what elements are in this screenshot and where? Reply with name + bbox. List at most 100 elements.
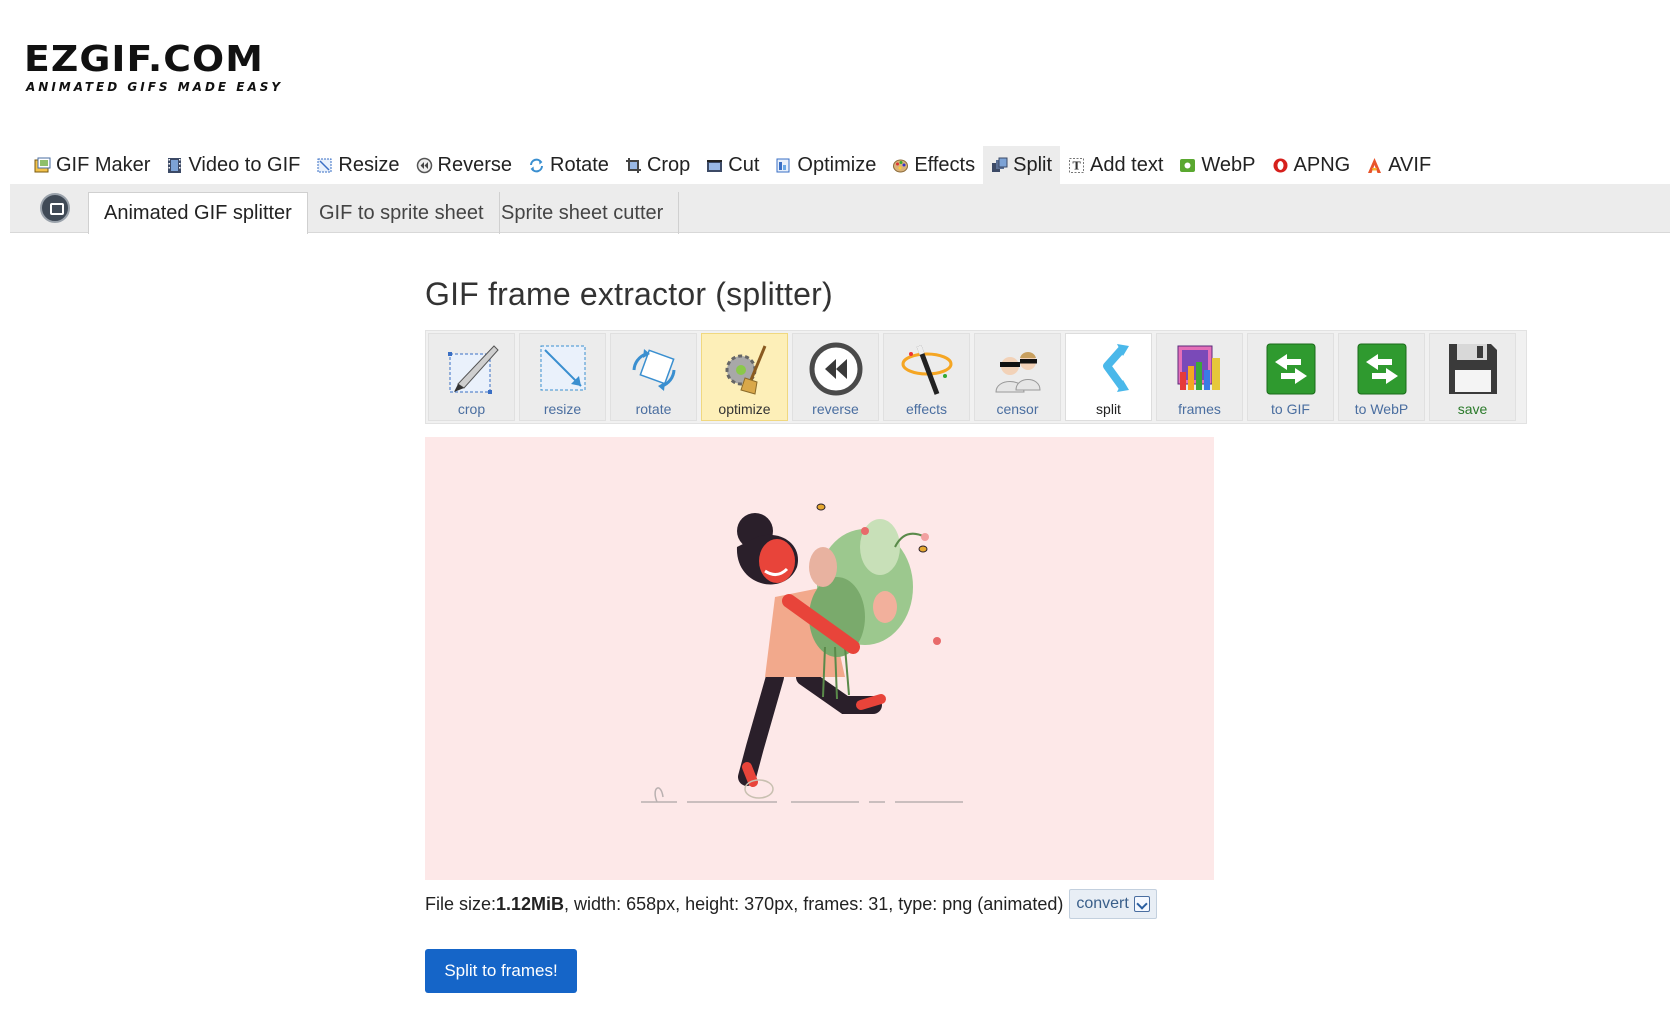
nav-label: Add text <box>1090 153 1164 176</box>
cut-icon <box>706 157 723 174</box>
file-info: File size: 1.12MiB , width: 658px, heigh… <box>425 889 1157 919</box>
nav-add-text[interactable]: T Add text <box>1060 146 1171 184</box>
split-tool-icon <box>1079 340 1139 398</box>
nav-resize[interactable]: Resize <box>308 146 407 184</box>
tool-label: frames <box>1178 401 1221 417</box>
nav-reverse[interactable]: Reverse <box>408 146 520 184</box>
tool-label: crop <box>457 401 486 417</box>
resize-tool-button[interactable]: resize <box>519 333 606 421</box>
resize-tool-icon <box>533 340 593 398</box>
split-icon <box>991 157 1008 174</box>
optimize-tool-button[interactable]: optimize <box>701 333 788 421</box>
avif-icon <box>1366 157 1383 174</box>
image-toolbar: crop resize rotate optimize reverse effe… <box>425 330 1527 424</box>
nav-apng[interactable]: APNG <box>1264 146 1359 184</box>
reverse-tool-icon <box>806 340 866 398</box>
optimize-tool-icon <box>715 340 775 398</box>
rotate-tool-icon <box>624 340 684 398</box>
site-logo[interactable]: EZGIF.COM ANIMATED GIFS MADE EASY <box>24 42 304 95</box>
nav-label: AVIF <box>1388 153 1432 176</box>
main-nav: GIF Maker Video to GIF Resize Reverse Ro… <box>26 146 1439 184</box>
resize-icon <box>316 157 333 174</box>
preview-illustration <box>641 503 963 803</box>
crop-tool-button[interactable]: crop <box>428 333 515 421</box>
home-window-icon[interactable] <box>40 193 70 223</box>
svg-text:T: T <box>1073 159 1082 172</box>
nav-label: Video to GIF <box>188 153 301 176</box>
tool-label: save <box>1457 401 1488 417</box>
gif-maker-icon <box>34 157 51 174</box>
nav-label: Resize <box>338 153 400 176</box>
rotate-icon <box>528 157 545 174</box>
nav-rotate[interactable]: Rotate <box>520 146 617 184</box>
film-icon <box>166 157 183 174</box>
webp-icon <box>1179 157 1196 174</box>
nav-label: Reverse <box>437 153 512 176</box>
tool-label: effects <box>906 401 947 417</box>
convert-button[interactable]: convert <box>1069 889 1157 919</box>
crop-tool-icon <box>442 340 502 398</box>
nav-label: WebP <box>1201 153 1256 176</box>
to-gif-tool-icon <box>1261 340 1321 398</box>
to-webp-tool-icon <box>1352 340 1412 398</box>
file-size-value: 1.12MiB <box>496 893 565 914</box>
nav-label: Crop <box>646 153 691 176</box>
effects-icon <box>892 157 909 174</box>
tool-label: optimize <box>718 401 771 417</box>
split-to-frames-button[interactable]: Split to frames! <box>425 949 577 993</box>
save-tool-button[interactable]: save <box>1429 333 1516 421</box>
censor-tool-button[interactable]: censor <box>974 333 1061 421</box>
nav-label: GIF Maker <box>56 153 151 176</box>
file-size-label: File size: <box>425 893 497 914</box>
save-tool-icon <box>1443 340 1503 398</box>
reverse-icon <box>416 157 433 174</box>
nav-label: Rotate <box>550 153 609 176</box>
to-gif-tool-button[interactable]: to GIF <box>1247 333 1334 421</box>
effects-tool-button[interactable]: effects <box>883 333 970 421</box>
nav-optimize[interactable]: Optimize <box>767 146 884 184</box>
nav-label: Split <box>1013 153 1053 176</box>
nav-cut[interactable]: Cut <box>698 146 767 184</box>
tab-sprite-sheet-cutter[interactable]: Sprite sheet cutter <box>486 192 680 234</box>
rotate-tool-button[interactable]: rotate <box>610 333 697 421</box>
apng-icon <box>1272 157 1289 174</box>
censor-tool-icon <box>988 340 1048 398</box>
nav-effects[interactable]: Effects <box>884 146 983 184</box>
nav-label: Optimize <box>797 153 877 176</box>
animated-image-preview <box>425 437 1214 880</box>
frames-tool-button[interactable]: frames <box>1156 333 1243 421</box>
tab-animated-gif-splitter[interactable]: Animated GIF splitter <box>88 192 308 234</box>
convert-label: convert <box>1076 895 1129 912</box>
logo-wordmark: EZGIF.COM <box>24 39 264 80</box>
download-arrow-icon <box>1133 896 1150 912</box>
tool-label: to WebP <box>1354 401 1409 417</box>
nav-webp[interactable]: WebP <box>1171 146 1263 184</box>
nav-label: APNG <box>1293 153 1351 176</box>
tool-label: to GIF <box>1271 401 1310 417</box>
nav-crop[interactable]: Crop <box>617 146 698 184</box>
frames-tool-icon <box>1170 340 1230 398</box>
nav-video-to-gif[interactable]: Video to GIF <box>158 146 308 184</box>
optimize-icon <box>775 157 792 174</box>
tool-label: split <box>1096 401 1121 417</box>
tool-label: reverse <box>812 401 859 417</box>
tab-gif-to-sprite-sheet[interactable]: GIF to sprite sheet <box>304 192 500 234</box>
tool-label: resize <box>543 401 582 417</box>
add-text-icon: T <box>1068 157 1085 174</box>
reverse-tool-button[interactable]: reverse <box>792 333 879 421</box>
page-title: GIF frame extractor (splitter) <box>425 276 833 312</box>
tool-label: censor <box>996 401 1039 417</box>
crop-icon <box>625 157 642 174</box>
logo-tagline: ANIMATED GIFS MADE EASY <box>26 80 284 94</box>
sub-nav: Animated GIF splitter GIF to sprite shee… <box>10 184 1670 234</box>
to-webp-tool-button[interactable]: to WebP <box>1338 333 1425 421</box>
nav-label: Cut <box>728 153 760 176</box>
nav-gif-maker[interactable]: GIF Maker <box>26 146 158 184</box>
split-tool-button[interactable]: split <box>1065 333 1152 421</box>
file-details: , width: 658px, height: 370px, frames: 3… <box>564 893 1064 914</box>
tool-label: rotate <box>635 401 672 417</box>
nav-avif[interactable]: AVIF <box>1358 146 1439 184</box>
effects-tool-icon <box>897 340 957 398</box>
nav-label: Effects <box>914 153 976 176</box>
nav-split[interactable]: Split <box>983 146 1061 184</box>
